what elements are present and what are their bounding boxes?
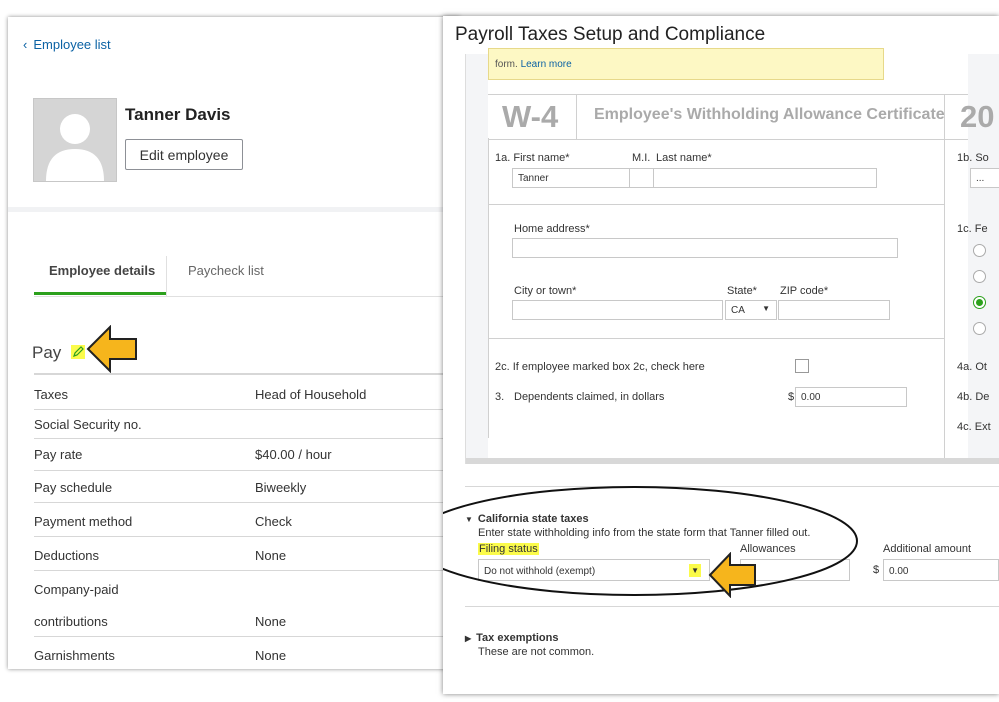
additional-amount-input[interactable]: 0.00 [883,559,999,581]
w4-scroll-area: form. Learn more W-4 Employee's Withhold… [465,48,999,464]
w4-form: form. Learn more W-4 Employee's Withhold… [488,48,999,464]
active-tab-indicator [34,292,166,295]
row-divider [488,204,944,205]
filing-radio-1[interactable] [973,244,986,257]
w4-year: 20 [960,99,995,134]
tab-divider [166,256,167,296]
line-4a-label: 4a. Ot [957,361,987,373]
mi-label: M.I. [632,152,651,164]
first-name-label: 1a. First name* [495,152,570,164]
pay-row-method: Payment method Check [34,514,292,529]
row-divider [34,536,444,537]
filing-radio-3[interactable] [973,296,986,309]
city-label: City or town* [514,285,577,297]
zip-input[interactable] [778,300,890,320]
box2c-label: 2c. If employee marked box 2c, check her… [495,361,705,373]
employee-name: Tanner Davis [125,105,231,124]
notice-text: form. [495,59,518,70]
header-divider [944,95,945,139]
section-divider [465,606,999,607]
line-4c-label: 4c. Ext [957,421,991,433]
payroll-tax-dialog: Payroll Taxes Setup and Compliance form.… [443,16,999,694]
w4-label: W-4 [502,99,559,134]
pencil-icon[interactable] [71,345,85,359]
notice-banner: form. Learn more [488,48,884,80]
pay-row-contributions: contributions None [34,614,287,629]
triangle-right-icon: ▶ [465,634,472,643]
federal-filing-label: 1c. Fe [957,223,988,235]
header-divider [576,95,577,139]
arrow-annotation-icon [86,325,137,373]
row-divider [34,570,444,571]
pay-row-schedule: Pay schedule Biweekly [34,480,307,495]
line-4b-label: 4b. De [957,391,990,403]
tax-exemptions-description: These are not common. [478,646,595,658]
dependents-number: 3. [495,391,505,403]
tab-paycheck-list[interactable]: Paycheck list [188,263,264,278]
home-address-input[interactable] [512,238,898,258]
row-divider [34,636,444,637]
person-icon [46,114,104,181]
row-divider [34,470,444,471]
ssn-label: 1b. So [957,152,989,164]
form-left-rule [488,138,489,438]
city-input[interactable] [512,300,723,320]
first-name-input[interactable]: Tanner [512,168,630,188]
pay-row-rate: Pay rate $40.00 / hour [34,447,332,462]
ellipse-annotation [443,486,858,596]
home-address-label: Home address* [514,223,590,235]
chevron-left-icon: ‹ [23,37,28,52]
form-column-rule [944,138,945,458]
dependents-label: Dependents claimed, in dollars [514,391,665,403]
box2c-checkbox[interactable] [795,359,809,373]
filing-radio-2[interactable] [973,270,986,283]
employee-panel: ‹ Employee list Tanner Davis Edit employe… [8,17,460,669]
row-divider [34,409,444,410]
state-select[interactable]: CA ▼ [725,300,777,320]
dependents-currency: $ [788,391,795,403]
last-name-input[interactable] [653,168,877,188]
row-divider [488,338,944,339]
back-link[interactable]: ‹ Employee list [23,37,111,52]
tab-employee-details[interactable]: Employee details [49,263,155,278]
ssn-input[interactable]: ... [970,168,999,188]
mi-input[interactable] [629,168,654,188]
pay-row-garnishments: Garnishments None [34,648,287,663]
pay-section-title: Pay [32,343,62,362]
row-divider [34,438,444,439]
additional-amount-label: Additional amount [883,543,972,555]
state-label: State* [727,285,757,297]
scrollbar-track[interactable] [466,458,999,464]
w4-header: W-4 Employee's Withholding Allowance Cer… [488,94,994,140]
pay-row-deductions: Deductions None [34,548,287,563]
filing-radio-4[interactable] [973,322,986,335]
last-name-label: Last name* [656,152,712,164]
w4-title: Employee's Withholding Allowance Certifi… [594,106,945,123]
dependents-input[interactable]: 0.00 [795,387,907,407]
additional-currency: $ [873,564,880,576]
row-divider [34,502,444,503]
employee-details: Employee details Paycheck list Pay Taxes… [8,212,460,669]
tabs-baseline [34,296,444,297]
caret-down-icon: ▼ [762,304,770,313]
pay-row-ssn: Social Security no. [34,417,142,432]
pay-top-rule [34,373,444,375]
arrow-annotation-icon [708,552,756,598]
employee-header: ‹ Employee list Tanner Davis Edit employe… [8,17,460,212]
zip-label: ZIP code* [780,285,829,297]
edit-employee-button[interactable]: Edit employee [125,139,243,170]
tax-exemptions-toggle[interactable]: ▶ Tax exemptions [465,632,558,644]
avatar [33,98,117,182]
pay-row-taxes: Taxes Head of Household [34,387,367,402]
dialog-title: Payroll Taxes Setup and Compliance [455,24,766,45]
pay-row-company-paid: Company-paid [34,582,119,597]
learn-more-link[interactable]: Learn more [521,59,572,70]
